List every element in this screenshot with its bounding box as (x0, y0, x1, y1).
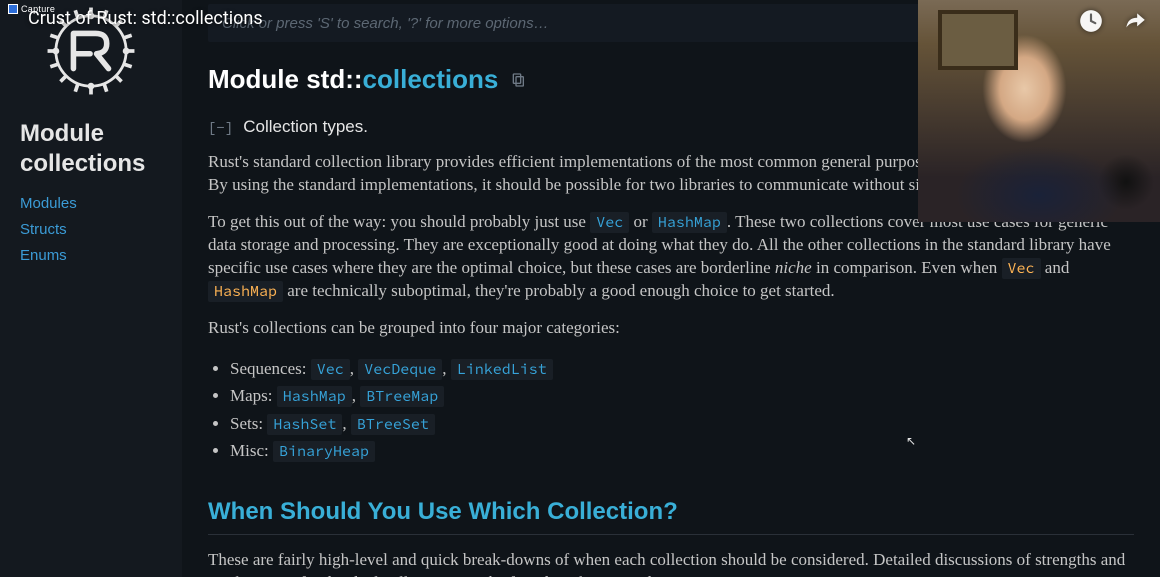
summary-text: Collection types. (243, 117, 368, 137)
capture-badge-icon (8, 4, 18, 14)
cat-misc-label: Misc: (230, 441, 273, 460)
link-vecdeque[interactable]: VecDeque (358, 359, 442, 380)
p2-e: and (1041, 258, 1070, 277)
copy-path-icon[interactable] (510, 71, 526, 89)
watch-later-icon[interactable] (1078, 8, 1104, 34)
video-title[interactable]: Crust of Rust: std::collections (28, 8, 263, 29)
intro-paragraph-3: Rust's collections can be grouped into f… (208, 317, 1134, 340)
cat-sets: Sets: HashSet, BTreeSet (230, 411, 1134, 437)
link-hashmap[interactable]: HashMap (277, 386, 352, 407)
title-name: collections (363, 64, 499, 94)
cat-misc: Misc: BinaryHeap (230, 438, 1134, 464)
sidebar-link-structs[interactable]: Structs (20, 221, 77, 238)
sidebar: Module collections Modules Structs Enums (0, 0, 182, 577)
link-btreeset[interactable]: BTreeSet (351, 414, 435, 435)
section-when-to-use[interactable]: When Should You Use Which Collection? (208, 498, 1134, 535)
link-linkedlist[interactable]: LinkedList (451, 359, 553, 380)
collapse-toggle[interactable]: [−] (208, 121, 233, 137)
code-vec[interactable]: Vec (590, 212, 629, 233)
title-prefix: Module (208, 64, 306, 94)
cat-sequences: Sequences: Vec, VecDeque, LinkedList (230, 356, 1134, 382)
link-btreemap[interactable]: BTreeMap (360, 386, 444, 407)
cat-sets-label: Sets: (230, 414, 267, 433)
capture-badge: Capture (8, 4, 55, 14)
sidebar-nav: Modules Structs Enums (20, 195, 77, 264)
sidebar-link-enums[interactable]: Enums (20, 247, 77, 264)
p2-a: To get this out of the way: you should p… (208, 212, 590, 231)
category-list: Sequences: Vec, VecDeque, LinkedList Map… (230, 356, 1134, 464)
link-hashset[interactable]: HashSet (267, 414, 342, 435)
sidebar-heading: Module collections (20, 119, 145, 179)
cat-maps-label: Maps: (230, 386, 277, 405)
p2-d: in comparison. Even when (812, 258, 1002, 277)
link-binaryheap[interactable]: BinaryHeap (273, 441, 375, 462)
p2-f: are technically suboptimal, they're prob… (283, 281, 835, 300)
intro-paragraph-2: To get this out of the way: you should p… (208, 211, 1134, 303)
code-hashmap[interactable]: HashMap (652, 212, 727, 233)
sidebar-heading-line1: Module (20, 119, 145, 149)
sidebar-heading-line2: collections (20, 149, 145, 179)
share-icon[interactable] (1122, 8, 1148, 34)
background-picture-frame (938, 10, 1018, 70)
when-intro: These are fairly high-level and quick br… (208, 549, 1134, 577)
cat-maps: Maps: HashMap, BTreeMap (230, 383, 1134, 409)
p2-niche: niche (775, 258, 812, 277)
video-top-controls (1078, 8, 1148, 34)
title-sep: :: (345, 64, 362, 94)
code-vec-2: Vec (1002, 258, 1041, 279)
title-path: std (306, 64, 345, 94)
cat-seq-label: Sequences: (230, 359, 311, 378)
link-vec[interactable]: Vec (311, 359, 350, 380)
capture-badge-label: Capture (21, 4, 55, 14)
p2-b: or (629, 212, 652, 231)
code-hashmap-2: HashMap (208, 281, 283, 302)
sidebar-link-modules[interactable]: Modules (20, 195, 77, 212)
